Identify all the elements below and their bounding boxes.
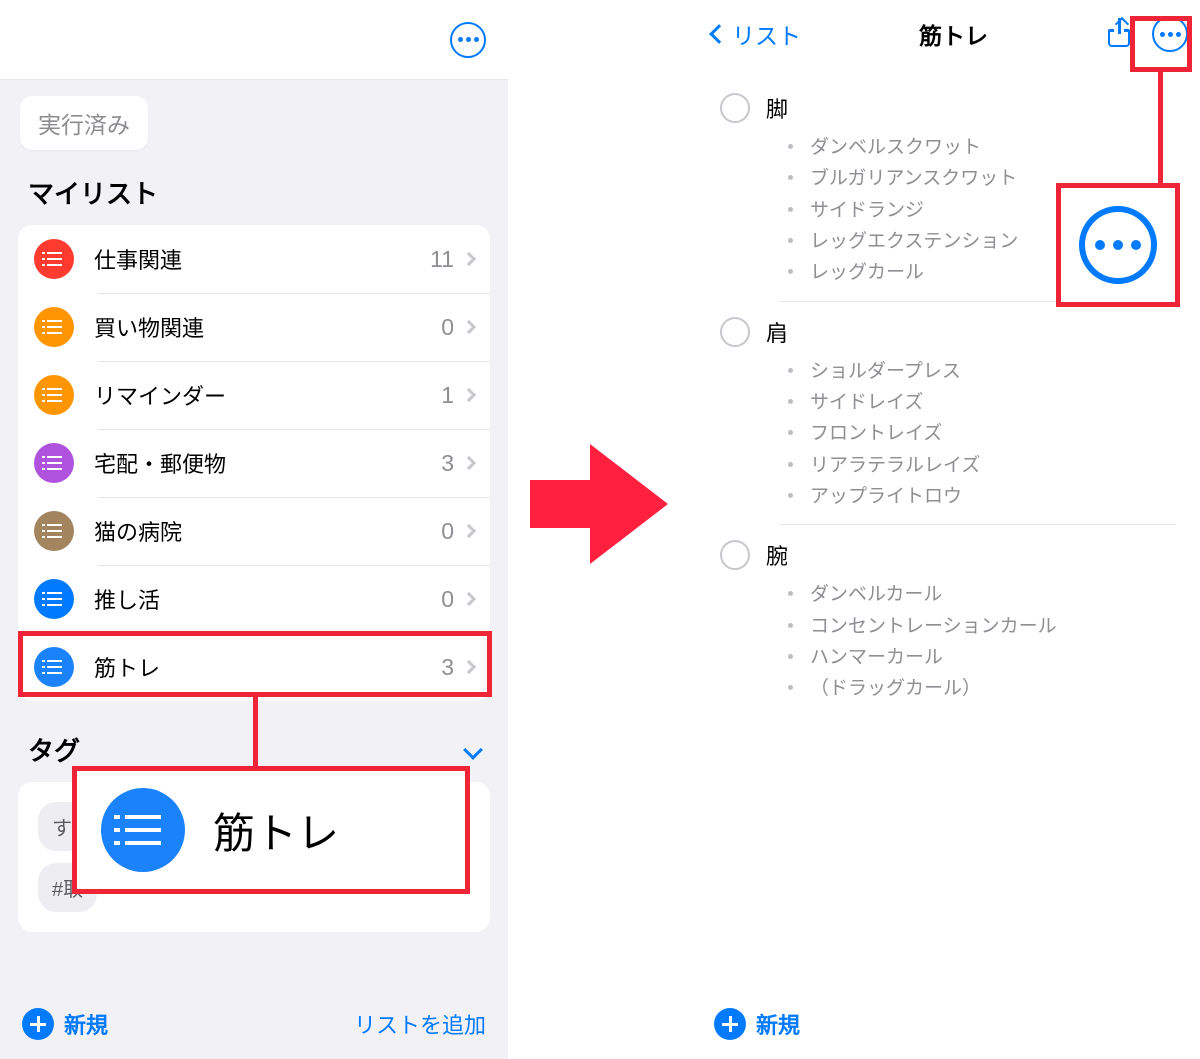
reminder-item[interactable]: 腕 xyxy=(720,539,1176,571)
reminder-notes: ダンベルカール コンセントレーションカール ハンマーカール （ドラッグカール） xyxy=(720,579,1176,716)
list-row[interactable]: 買い物関連 0 xyxy=(18,293,490,361)
completion-circle-icon[interactable] xyxy=(720,540,750,570)
detail-content: 脚 ダンベルスクワット ブルガリアンスクワット サイドランジ レッグエクステンシ… xyxy=(692,68,1200,727)
list-count: 0 xyxy=(441,314,454,341)
list-count: 3 xyxy=(441,450,454,477)
list-name: リマインダー xyxy=(94,379,441,411)
reminder-item[interactable]: 脚 xyxy=(720,92,1176,124)
list-row[interactable]: 仕事関連 11 xyxy=(18,225,490,293)
list-row[interactable]: 推し活 0 xyxy=(18,565,490,633)
list-name: 宅配・郵便物 xyxy=(94,447,441,479)
reminder-group: 腕 ダンベルカール コンセントレーションカール ハンマーカール （ドラッグカール… xyxy=(720,539,1176,716)
list-count: 0 xyxy=(441,586,454,613)
chevron-right-icon xyxy=(462,592,476,606)
list-icon xyxy=(101,788,185,872)
reminder-group: 肩 ショルダープレス サイドレイズ フロントレイズ リアラテラルレイズ アップラ… xyxy=(720,316,1176,526)
reminder-item[interactable]: 肩 xyxy=(720,316,1176,348)
annotation-zoom: 筋トレ xyxy=(72,766,470,894)
list-count: 3 xyxy=(441,654,454,681)
completion-circle-icon[interactable] xyxy=(720,93,750,123)
divider xyxy=(780,524,1176,525)
annotation-zoom-more xyxy=(1056,183,1180,307)
list-icon xyxy=(34,579,74,619)
chevron-right-icon xyxy=(462,252,476,266)
more-icon xyxy=(1079,206,1157,284)
left-footer: 新規 リストを追加 xyxy=(0,989,508,1059)
list-icon xyxy=(34,647,74,687)
chevron-left-icon xyxy=(709,24,729,44)
chevron-right-icon xyxy=(462,320,476,334)
plus-icon xyxy=(22,1008,54,1040)
page-title: 筋トレ xyxy=(801,17,1106,51)
chevron-right-icon xyxy=(462,524,476,538)
share-icon[interactable] xyxy=(1106,20,1132,48)
left-header xyxy=(0,0,508,80)
list-row[interactable]: 宅配・郵便物 3 xyxy=(18,429,490,497)
list-icon xyxy=(34,511,74,551)
chevron-right-icon xyxy=(462,456,476,470)
list-icon xyxy=(34,443,74,483)
list-name: 筋トレ xyxy=(94,651,441,683)
section-mylists: マイリスト xyxy=(0,150,508,225)
more-icon[interactable] xyxy=(1152,16,1188,52)
list-row-muscle[interactable]: 筋トレ 3 xyxy=(18,633,490,701)
chevron-down-icon xyxy=(463,740,483,760)
back-button[interactable]: リスト xyxy=(704,17,801,51)
list-name: 推し活 xyxy=(94,583,441,615)
right-header: リスト 筋トレ xyxy=(692,0,1200,68)
right-footer: 新規 xyxy=(692,989,1200,1059)
more-icon[interactable] xyxy=(450,22,486,58)
list-row[interactable]: 猫の病院 0 xyxy=(18,497,490,565)
list-icon xyxy=(34,375,74,415)
list-count: 11 xyxy=(430,246,454,273)
plus-icon xyxy=(714,1008,746,1040)
chevron-right-icon xyxy=(462,660,476,674)
add-list-button[interactable]: リストを追加 xyxy=(354,1008,486,1040)
new-reminder-button[interactable]: 新規 xyxy=(714,1008,800,1040)
list-count: 0 xyxy=(441,518,454,545)
list-row[interactable]: リマインダー 1 xyxy=(18,361,490,429)
list-icon xyxy=(34,307,74,347)
list-count: 1 xyxy=(441,382,454,409)
list-name: 買い物関連 xyxy=(94,311,441,343)
list-name: 仕事関連 xyxy=(94,243,430,275)
gap xyxy=(508,0,692,1059)
reminders-list-pane: 実行済み マイリスト 仕事関連 11 買い物関連 0 リマインダー 1 xyxy=(0,0,508,1059)
reminder-notes: ショルダープレス サイドレイズ フロントレイズ リアラテラルレイズ アップライト… xyxy=(720,356,1176,525)
new-reminder-button[interactable]: 新規 xyxy=(22,1008,108,1040)
list-icon xyxy=(34,239,74,279)
mylists-card: 仕事関連 11 買い物関連 0 リマインダー 1 宅配・郵便物 3 xyxy=(18,225,490,701)
smart-list-done[interactable]: 実行済み xyxy=(20,96,148,150)
list-name: 猫の病院 xyxy=(94,515,441,547)
section-tags: タグ xyxy=(28,731,80,768)
chevron-right-icon xyxy=(462,388,476,402)
reminder-detail-pane: リスト 筋トレ 脚 ダンベルスクワット ブルガリアンスクワット サイドランジ xyxy=(692,0,1200,1059)
completion-circle-icon[interactable] xyxy=(720,317,750,347)
